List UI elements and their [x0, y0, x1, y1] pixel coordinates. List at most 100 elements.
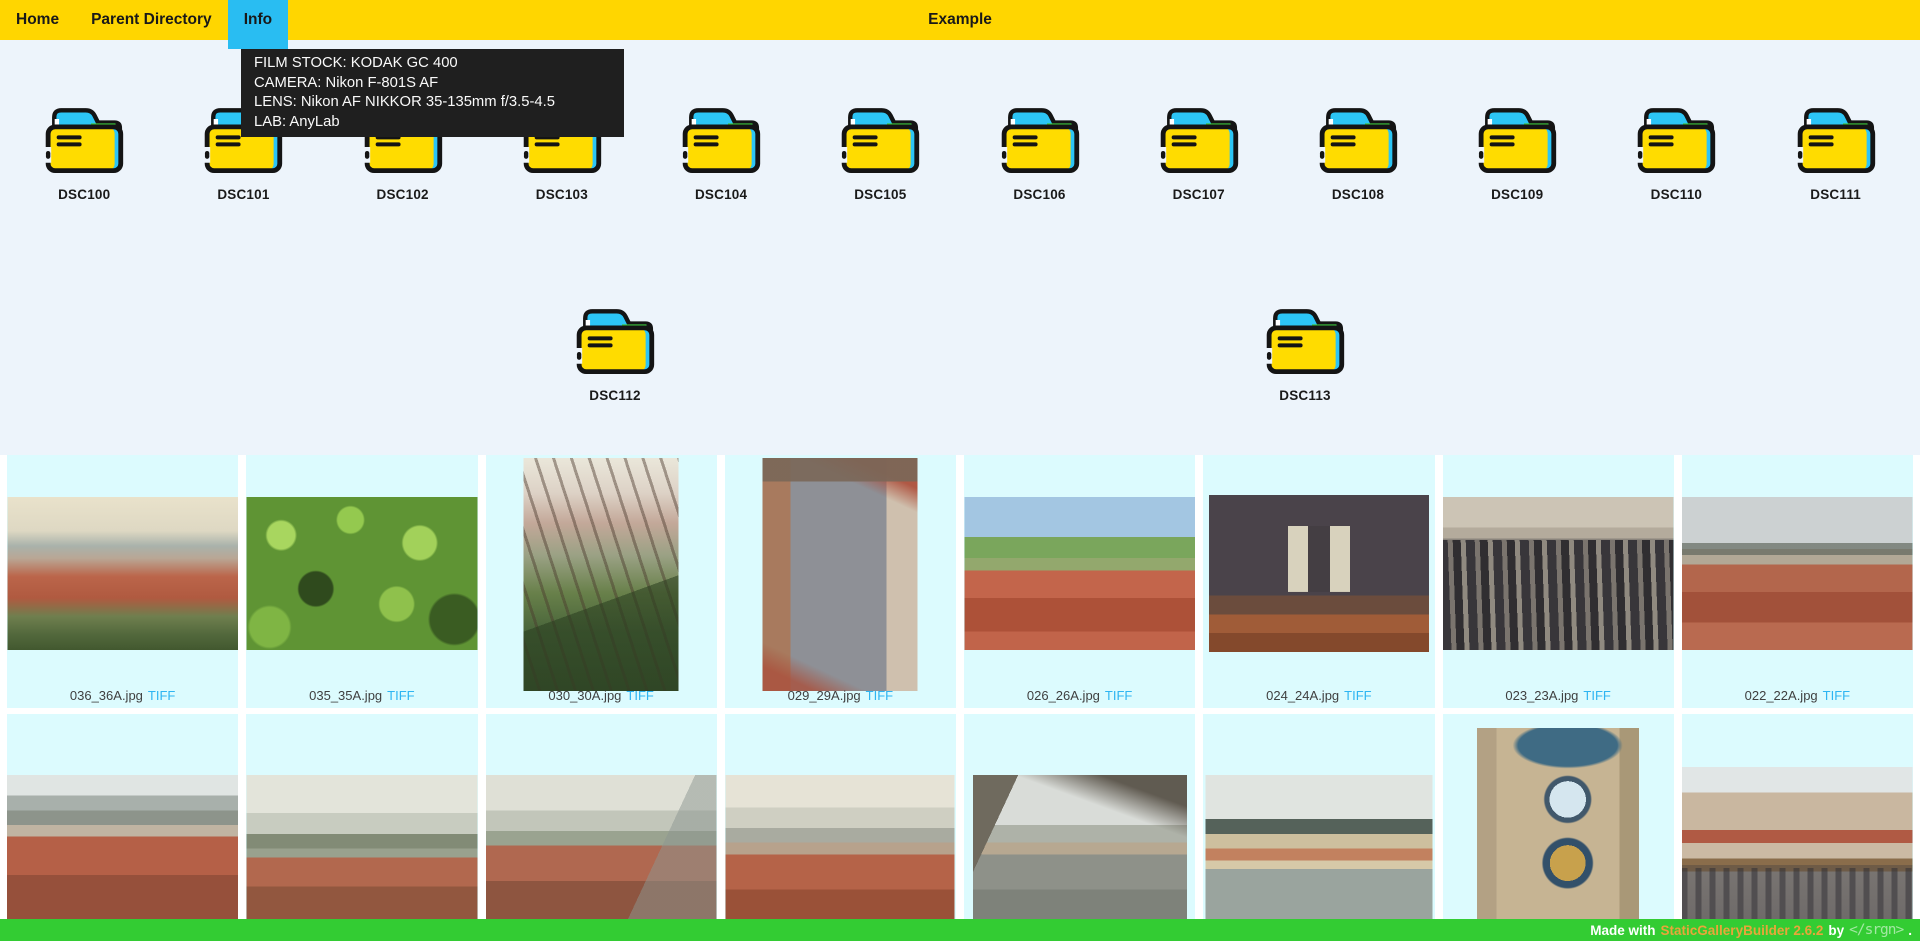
folder-label: DSC107: [1124, 187, 1274, 202]
page-title: Example: [928, 0, 992, 40]
photo-filename: 023_23A.jpg: [1505, 688, 1578, 703]
nav-item-parent-directory[interactable]: Parent Directory: [75, 0, 228, 40]
gallery-item[interactable]: 036_36A.jpg TIFF: [7, 455, 238, 708]
photo-thumbnail[interactable]: [246, 497, 477, 650]
lab-line: LAB: AnyLab: [254, 113, 611, 133]
photo-grid: 036_36A.jpg TIFF 035_35A.jpg TIFF 030_30A.…: [7, 455, 1913, 941]
folder-item-dsc111[interactable]: DSC111: [1761, 98, 1911, 202]
folder-label: DSC109: [1442, 187, 1592, 202]
gallery-item[interactable]: 029_29A.jpgTIFF: [725, 455, 956, 708]
gallery-item[interactable]: 024_24A.jpg TIFF: [1203, 455, 1434, 708]
folder-icon: [40, 98, 128, 175]
photo-thumbnail[interactable]: [1209, 495, 1429, 652]
photo-thumbnail[interactable]: [7, 775, 238, 922]
gallery-item[interactable]: [1443, 714, 1674, 941]
gallery-item[interactable]: [486, 714, 717, 941]
photo-thumbnail[interactable]: [1682, 497, 1913, 650]
folder-icon: [1261, 299, 1349, 376]
footer-period-text: .: [1908, 923, 1912, 938]
lens-line: LENS: Nikon AF NIKKOR 35-135mm f/3.5-4.5: [254, 93, 611, 113]
folder-label: DSC110: [1601, 187, 1751, 202]
photo-filename: 022_22A.jpg: [1745, 688, 1818, 703]
photo-thumbnail[interactable]: [1682, 767, 1913, 925]
photo-thumbnail[interactable]: [1205, 775, 1432, 922]
gallery-item[interactable]: 030_30A.jpg TIFF: [486, 455, 717, 708]
folder-item-dsc113[interactable]: DSC113: [1230, 299, 1380, 403]
photo-thumbnail[interactable]: [246, 775, 477, 922]
folder-icon: [1314, 98, 1402, 175]
photo-thumbnail[interactable]: [1477, 728, 1639, 921]
photo-filename: 030_30A.jpg: [548, 688, 621, 703]
footer-made-with-text: Made with: [1590, 923, 1655, 938]
photo-thumbnail[interactable]: [964, 497, 1195, 650]
photo-filename: 035_35A.jpg: [309, 688, 382, 703]
tiff-link[interactable]: TIFF: [1105, 688, 1132, 703]
folder-icon: [996, 98, 1084, 175]
tiff-link[interactable]: TIFF: [1344, 688, 1371, 703]
nav-item-info[interactable]: Info: [228, 0, 288, 49]
folder-label: DSC111: [1761, 187, 1911, 202]
photo-thumbnail[interactable]: [973, 775, 1187, 922]
folder-icon: [677, 98, 765, 175]
photo-thumbnail[interactable]: [7, 497, 238, 650]
camera-line: CAMERA: Nikon F-801S AF: [254, 74, 611, 94]
photo-thumbnail[interactable]: [486, 775, 717, 922]
folder-icon: [1155, 98, 1243, 175]
folder-item-dsc110[interactable]: DSC110: [1601, 98, 1751, 202]
folder-icon: [1473, 98, 1561, 175]
folder-item-dsc109[interactable]: DSC109: [1442, 98, 1592, 202]
footer-by-text: by: [1828, 923, 1844, 938]
folder-label: DSC100: [9, 187, 159, 202]
gallery-item[interactable]: [246, 714, 477, 941]
gallery-item[interactable]: [1682, 714, 1913, 941]
generator-link[interactable]: StaticGalleryBuilder 2.6.2: [1661, 923, 1824, 938]
folder-label: DSC108: [1283, 187, 1433, 202]
folder-label: DSC105: [805, 187, 955, 202]
gallery-item[interactable]: [964, 714, 1195, 941]
folder-icon: [1632, 98, 1720, 175]
top-nav: Home Parent Directory Info Example: [0, 0, 1920, 40]
folder-icon: [1792, 98, 1880, 175]
footer: Made with StaticGalleryBuilder 2.6.2 by …: [0, 919, 1920, 941]
tiff-link[interactable]: TIFF: [1823, 688, 1850, 703]
folder-item-dsc112[interactable]: DSC112: [540, 299, 690, 403]
gallery-item[interactable]: 026_26A.jpg TIFF: [964, 455, 1195, 708]
folder-label: DSC112: [540, 388, 690, 403]
folder-item-dsc100[interactable]: DSC100: [9, 98, 159, 202]
folder-item-dsc107[interactable]: DSC107: [1124, 98, 1274, 202]
folder-icon: [836, 98, 924, 175]
photo-filename: 026_26A.jpg: [1027, 688, 1100, 703]
photo-thumbnail[interactable]: [1443, 497, 1674, 650]
folder-item-dsc106[interactable]: DSC106: [965, 98, 1115, 202]
folder-label: DSC113: [1230, 388, 1380, 403]
folder-label: DSC106: [965, 187, 1115, 202]
photo-filename: 036_36A.jpg: [70, 688, 143, 703]
tiff-link[interactable]: TIFF: [387, 688, 414, 703]
nav-item-home[interactable]: Home: [0, 0, 75, 40]
gallery-item[interactable]: [725, 714, 956, 941]
folder-grid: DSC100 DSC101 DSC102 DSC103 DSC104 DSC10…: [0, 98, 1920, 455]
folder-label: DSC104: [646, 187, 796, 202]
film-stock-line: FILM STOCK: KODAK GC 400: [254, 54, 611, 74]
gallery-item[interactable]: 023_23A.jpg TIFF: [1443, 455, 1674, 708]
tiff-link[interactable]: TIFF: [626, 688, 653, 703]
folder-item-dsc108[interactable]: DSC108: [1283, 98, 1433, 202]
tiff-link[interactable]: TIFF: [1583, 688, 1610, 703]
folder-label: DSC101: [168, 187, 318, 202]
tiff-link[interactable]: TIFF: [148, 688, 175, 703]
info-tooltip: FILM STOCK: KODAK GC 400 CAMERA: Nikon F…: [241, 49, 624, 137]
gallery-item[interactable]: [1203, 714, 1434, 941]
gallery-item[interactable]: [7, 714, 238, 941]
tiff-link[interactable]: TIFF: [866, 688, 893, 703]
photo-thumbnail[interactable]: [524, 458, 679, 691]
photo-thumbnail[interactable]: [726, 775, 955, 922]
photo-filename: 024_24A.jpg: [1266, 688, 1339, 703]
gallery-item[interactable]: 035_35A.jpg TIFF: [246, 455, 477, 708]
gallery-item[interactable]: 022_22A.jpg TIFF: [1682, 455, 1913, 708]
srgn-logo-link[interactable]: </srgn>: [1849, 922, 1903, 938]
photo-thumbnail[interactable]: [763, 458, 918, 691]
folder-item-dsc104[interactable]: DSC104: [646, 98, 796, 202]
folder-label: DSC103: [487, 187, 637, 202]
folder-item-dsc105[interactable]: DSC105: [805, 98, 955, 202]
folder-label: DSC102: [328, 187, 478, 202]
